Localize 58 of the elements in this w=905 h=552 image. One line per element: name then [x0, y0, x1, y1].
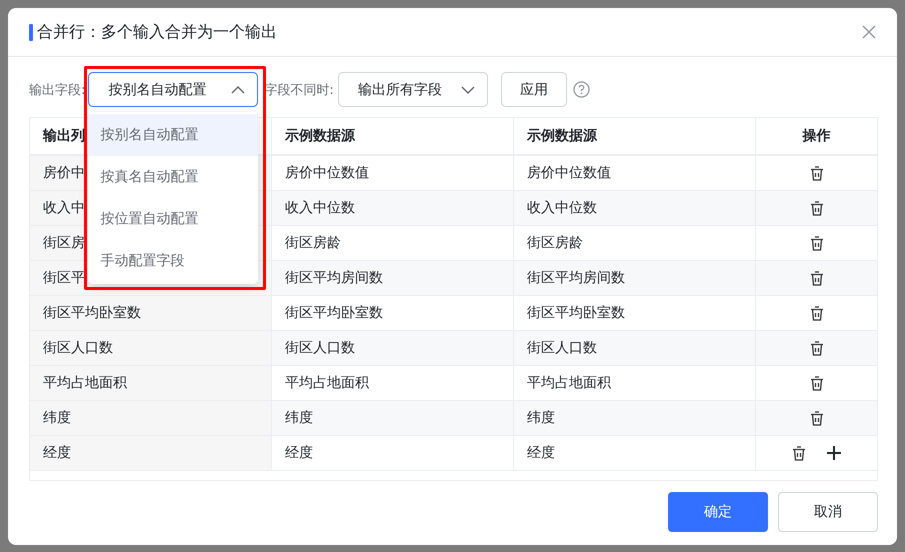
trash-icon [810, 166, 824, 180]
delete-button[interactable] [792, 446, 806, 460]
table-cell: 街区平均房间数 [272, 261, 514, 296]
table-cell: 街区人口数 [272, 331, 514, 366]
delete-button[interactable] [810, 270, 824, 286]
title-accent-bar [29, 24, 33, 40]
table-cell: 平均占地面积 [272, 366, 514, 401]
table-cell: 街区平均卧室数 [272, 296, 514, 331]
menu-option[interactable]: 按别名自动配置 [88, 114, 258, 156]
field-mapping-select[interactable]: 按别名自动配置 [88, 72, 258, 107]
table-cell: 经度 [272, 436, 514, 471]
mismatch-select[interactable]: 输出所有字段 [338, 72, 488, 107]
delete-button[interactable] [810, 376, 824, 390]
trash-icon [810, 236, 824, 250]
trash-icon [810, 340, 824, 356]
chevron-up-icon [231, 86, 246, 94]
cancel-button[interactable]: 取消 [778, 492, 878, 532]
table-cell: 经度 [514, 436, 756, 471]
confirm-button[interactable]: 确定 [668, 492, 768, 532]
trash-icon [810, 200, 824, 216]
table-cell: 街区平均卧室数 [514, 296, 756, 331]
table-cell: 街区房龄 [514, 226, 756, 261]
table-cell: 收入中位数 [514, 191, 756, 226]
trash-icon [792, 446, 806, 460]
table-cell: 收入中位数 [272, 191, 514, 226]
table-cell: 平均占地面积 [30, 366, 272, 401]
table-cell: 纬度 [514, 401, 756, 436]
delete-button[interactable] [810, 410, 824, 426]
close-button[interactable] [861, 24, 877, 40]
dialog-title: 合并行：多个输入合并为一个输出 [37, 22, 278, 42]
table-cell: 纬度 [272, 401, 514, 436]
table-cell: 街区平均卧室数 [30, 296, 272, 331]
trash-icon [810, 270, 824, 286]
menu-option[interactable]: 按位置自动配置 [88, 198, 258, 240]
chevron-down-icon [460, 86, 475, 94]
help-icon[interactable] [572, 81, 590, 98]
table-cell: 街区人口数 [514, 331, 756, 366]
field-label: 输出字段: [29, 82, 86, 98]
trash-icon [810, 410, 824, 426]
apply-button[interactable]: 应用 [500, 72, 567, 107]
trash-icon [810, 376, 824, 390]
table-cell: 经度 [30, 436, 272, 471]
delete-button[interactable] [810, 306, 824, 320]
trash-icon [810, 306, 824, 320]
delete-button[interactable] [810, 340, 824, 356]
table-cell: 房价中位数值 [514, 156, 756, 191]
delete-button[interactable] [810, 166, 824, 180]
table-cell: 纬度 [30, 401, 272, 436]
table-cell: 房价中位数值 [272, 156, 514, 191]
delete-button[interactable] [810, 200, 824, 216]
menu-option[interactable]: 按真名自动配置 [88, 156, 258, 198]
table-cell: 街区房龄 [272, 226, 514, 261]
menu-option[interactable]: 手动配置字段 [88, 240, 258, 282]
table-cell: 街区平均房间数 [514, 261, 756, 296]
delete-button[interactable] [810, 236, 824, 250]
table-cell: 街区人口数 [30, 331, 272, 366]
table-cell: 平均占地面积 [514, 366, 756, 401]
add-button[interactable] [826, 445, 842, 461]
